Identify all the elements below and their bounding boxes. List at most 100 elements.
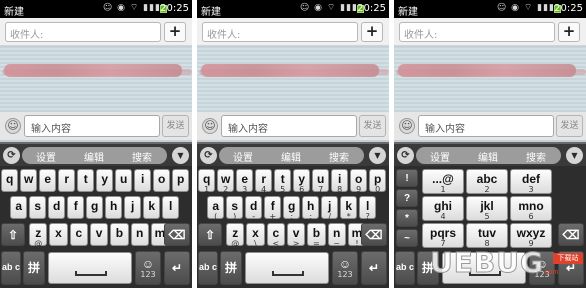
key-s[interactable]: s bbox=[29, 196, 47, 219]
enter-key[interactable]: ↵ bbox=[164, 251, 190, 285]
key-s[interactable]: s) bbox=[226, 196, 244, 221]
key-o[interactable]: o bbox=[153, 169, 171, 192]
ime-search-button[interactable]: 搜索 bbox=[132, 149, 152, 164]
ime-logo-icon[interactable]: ⟳ bbox=[397, 147, 414, 164]
space-bar[interactable] bbox=[48, 252, 132, 284]
ime-settings-button[interactable]: 设置 bbox=[36, 149, 56, 164]
recipient-field[interactable]: 收件人: bbox=[399, 22, 555, 42]
key-y[interactable]: y6 bbox=[293, 169, 311, 194]
key-e[interactable]: e3 bbox=[236, 169, 254, 194]
recipient-field[interactable]: 收件人: bbox=[202, 22, 358, 42]
emoticon-icon[interactable]: ☺ bbox=[399, 118, 415, 134]
key-g[interactable]: g; bbox=[283, 196, 301, 221]
symbol-key[interactable]: ? bbox=[396, 189, 418, 207]
pinyin-key[interactable]: 拼 bbox=[220, 251, 242, 285]
shift-key[interactable]: ⇧ bbox=[198, 223, 222, 246]
symbol-key[interactable]: ! bbox=[396, 169, 418, 187]
space-bar[interactable] bbox=[245, 252, 329, 284]
key-t9-2[interactable]: abc 2 bbox=[466, 169, 508, 194]
abc-switch-key[interactable]: ab c bbox=[198, 251, 218, 285]
key-w[interactable]: w2 bbox=[217, 169, 235, 194]
send-button[interactable]: 发送 bbox=[359, 115, 386, 137]
key-t9-5[interactable]: jkl 5 bbox=[466, 196, 508, 221]
key-v[interactable]: v > bbox=[286, 223, 306, 248]
pinyin-key[interactable]: 拼 bbox=[23, 251, 45, 285]
add-contact-button[interactable]: + bbox=[361, 22, 383, 42]
emoticon-icon[interactable]: ☺ bbox=[5, 118, 21, 134]
abc-switch-key[interactable]: ab c bbox=[1, 251, 21, 285]
key-t9-6[interactable]: mno 6 bbox=[510, 196, 552, 221]
ime-logo-icon[interactable]: ⟳ bbox=[3, 147, 20, 164]
key-f[interactable]: f bbox=[67, 196, 85, 219]
key-q[interactable]: q1 bbox=[198, 169, 216, 194]
ime-logo-icon[interactable]: ⟳ bbox=[200, 147, 217, 164]
symbol-key[interactable]: * bbox=[396, 209, 418, 227]
ime-search-button[interactable]: 搜索 bbox=[526, 149, 546, 164]
add-contact-button[interactable]: + bbox=[558, 22, 580, 42]
key-w[interactable]: w bbox=[20, 169, 38, 192]
key-c[interactable]: c < bbox=[266, 223, 285, 248]
key-t9-7[interactable]: pqrs 7 bbox=[422, 223, 464, 248]
key-u[interactable]: u bbox=[115, 169, 133, 192]
delete-key[interactable]: ⌫ bbox=[558, 223, 584, 246]
key-a[interactable]: a bbox=[10, 196, 28, 219]
key-v[interactable]: v bbox=[89, 223, 109, 246]
enter-key[interactable]: ↵ bbox=[361, 251, 387, 285]
key-o[interactable]: o9 bbox=[350, 169, 368, 194]
key-t9-4[interactable]: ghi 4 bbox=[422, 196, 464, 221]
ime-edit-button[interactable]: 编辑 bbox=[478, 149, 498, 164]
ime-settings-button[interactable]: 设置 bbox=[430, 149, 450, 164]
key-x[interactable]: x \ bbox=[246, 223, 265, 248]
emoticon-key[interactable]: ☺ 123 bbox=[135, 251, 161, 285]
send-button[interactable]: 发送 bbox=[162, 115, 189, 137]
key-c[interactable]: c bbox=[69, 223, 88, 246]
ime-collapse-icon[interactable]: ▼ bbox=[369, 147, 386, 164]
key-l[interactable]: l? bbox=[359, 196, 377, 221]
key-x[interactable]: x bbox=[49, 223, 68, 246]
key-a[interactable]: a( bbox=[207, 196, 225, 221]
ime-settings-button[interactable]: 设置 bbox=[233, 149, 253, 164]
add-contact-button[interactable]: + bbox=[164, 22, 186, 42]
key-l[interactable]: l bbox=[162, 196, 180, 219]
recipient-field[interactable]: 收件人: bbox=[5, 22, 161, 42]
key-j[interactable]: j / bbox=[321, 196, 339, 221]
key-e[interactable]: e bbox=[39, 169, 57, 192]
message-input[interactable]: 输入内容 bbox=[24, 115, 160, 137]
key-r[interactable]: r bbox=[58, 169, 76, 192]
key-t[interactable]: t bbox=[77, 169, 95, 192]
delete-key[interactable]: ⌫ bbox=[361, 223, 387, 246]
send-button[interactable]: 发送 bbox=[556, 115, 583, 137]
ime-collapse-icon[interactable]: ▼ bbox=[566, 147, 583, 164]
key-t9-8[interactable]: tuv 8 bbox=[466, 223, 508, 248]
key-r[interactable]: r4 bbox=[255, 169, 273, 194]
symbol-key[interactable]: ~ bbox=[396, 229, 418, 247]
key-k[interactable]: k * bbox=[340, 196, 358, 221]
key-b[interactable]: b bbox=[110, 223, 129, 246]
key-t9-9[interactable]: wxyz 9 bbox=[510, 223, 552, 248]
key-j[interactable]: j bbox=[124, 196, 142, 219]
key-y[interactable]: y bbox=[96, 169, 114, 192]
key-i[interactable]: i8 bbox=[331, 169, 349, 194]
key-g[interactable]: g bbox=[86, 196, 104, 219]
key-u[interactable]: u7 bbox=[312, 169, 330, 194]
key-i[interactable]: i bbox=[134, 169, 152, 192]
emoticon-key[interactable]: ☺ 123 bbox=[332, 251, 358, 285]
message-input[interactable]: 输入内容 bbox=[418, 115, 554, 137]
key-p[interactable]: p0 bbox=[369, 169, 387, 194]
delete-key[interactable]: ⌫ bbox=[164, 223, 190, 246]
shift-key[interactable]: ⇧ bbox=[1, 223, 25, 246]
key-z[interactable]: z @ bbox=[29, 223, 48, 248]
abc-switch-key[interactable]: ab c bbox=[395, 251, 415, 285]
key-n[interactable]: n ~ bbox=[327, 223, 346, 248]
key-q[interactable]: q bbox=[1, 169, 19, 192]
key-n[interactable]: n bbox=[130, 223, 149, 246]
message-input[interactable]: 输入内容 bbox=[221, 115, 357, 137]
key-t9-3[interactable]: def 3 bbox=[510, 169, 552, 194]
key-k[interactable]: k bbox=[143, 196, 161, 219]
key-h[interactable]: h bbox=[105, 196, 123, 219]
key-d[interactable]: d- bbox=[245, 196, 263, 221]
emoticon-icon[interactable]: ☺ bbox=[202, 118, 218, 134]
key-t[interactable]: t5 bbox=[274, 169, 292, 194]
key-h[interactable]: h: bbox=[302, 196, 320, 221]
ime-edit-button[interactable]: 编辑 bbox=[281, 149, 301, 164]
